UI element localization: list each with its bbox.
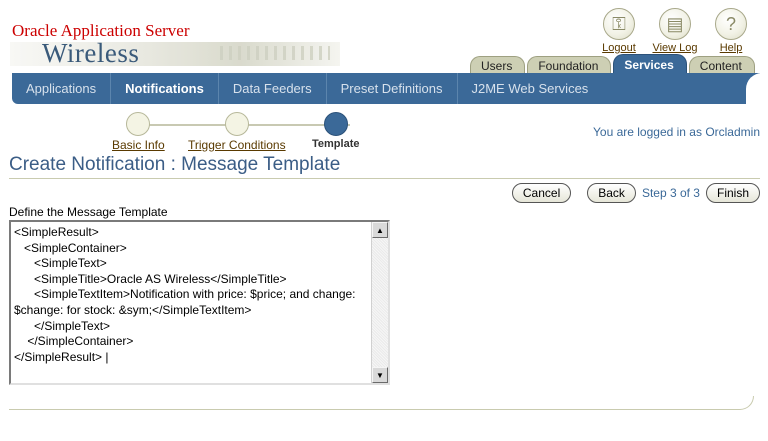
step-indicator-dot[interactable] <box>126 112 151 136</box>
logged-in-status: You are logged in as Orcladmin <box>593 125 760 139</box>
global-links: ⚿ Logout ▤ View Log ? Help <box>594 8 756 54</box>
log-icon[interactable]: ▤ <box>659 8 691 40</box>
subnav-data-feeders[interactable]: Data Feeders <box>219 73 327 104</box>
footer-divider <box>9 396 754 410</box>
message-template-textarea[interactable] <box>11 222 371 383</box>
help-icon[interactable]: ? <box>715 8 747 40</box>
help-link[interactable]: ? Help <box>706 8 756 54</box>
step-indicator-current-dot <box>323 112 348 136</box>
top-tabs: Users Foundation Services Content <box>470 54 755 75</box>
step-label-basic-info[interactable]: Basic Info <box>112 138 165 152</box>
subnav-preset-definitions[interactable]: Preset Definitions <box>327 73 458 104</box>
page-title: Create Notification : Message Template <box>9 154 341 175</box>
template-editor: ▲ ▼ <box>9 220 390 385</box>
key-icon[interactable]: ⚿ <box>603 8 635 40</box>
vertical-scrollbar[interactable]: ▲ ▼ <box>371 222 388 383</box>
finish-button[interactable]: Finish <box>705 183 760 203</box>
title-divider <box>9 178 760 179</box>
scroll-up-arrow-icon[interactable]: ▲ <box>372 222 388 238</box>
cancel-button[interactable]: Cancel <box>511 183 572 203</box>
subnav-notifications[interactable]: Notifications <box>111 73 219 104</box>
train-step-basic-info[interactable]: Basic Info <box>112 112 165 152</box>
subnav-j2me-web-services[interactable]: J2ME Web Services <box>458 73 603 104</box>
help-label[interactable]: Help <box>720 42 743 54</box>
scroll-down-arrow-icon[interactable]: ▼ <box>372 367 388 383</box>
train-step-template: Template <box>312 112 359 150</box>
step-label-trigger-conditions[interactable]: Trigger Conditions <box>188 138 286 152</box>
brand-line-2: Wireless <box>42 38 140 68</box>
train-step-trigger-conditions[interactable]: Trigger Conditions <box>188 112 286 152</box>
logout-label[interactable]: Logout <box>602 42 636 54</box>
view-log-link[interactable]: ▤ View Log <box>650 8 700 54</box>
template-field-label: Define the Message Template <box>9 205 168 219</box>
step-counter: Step 3 of 3 <box>641 186 700 200</box>
subnav-applications[interactable]: Applications <box>12 73 112 104</box>
view-log-label[interactable]: View Log <box>652 42 697 54</box>
logout-link[interactable]: ⚿ Logout <box>594 8 644 54</box>
step-indicator-dot[interactable] <box>224 112 249 136</box>
step-label-template: Template <box>312 138 360 150</box>
action-bar: Cancel Back Step 3 of 3 Finish <box>511 183 760 203</box>
back-button[interactable]: Back <box>587 183 636 203</box>
step-train: Basic Info Trigger Conditions Template <box>110 112 380 152</box>
tab-services[interactable]: Services <box>613 54 687 75</box>
sub-navigation-bar: Applications Notifications Data Feeders … <box>12 73 762 104</box>
brand-logo: Oracle Application Server Wireless <box>12 22 190 68</box>
